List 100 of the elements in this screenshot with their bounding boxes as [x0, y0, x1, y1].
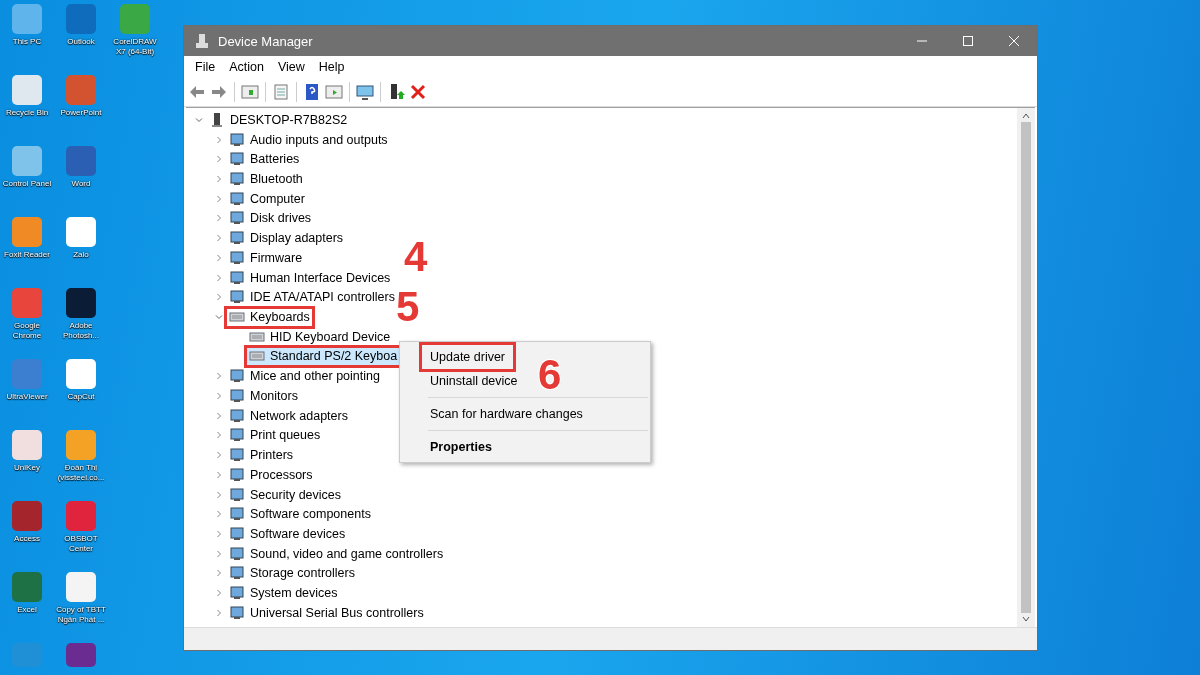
tree-item[interactable]: Audio inputs and outputs: [226, 130, 391, 150]
tree-item[interactable]: Standard PS/2 Keyboa: [246, 347, 401, 366]
menu-item[interactable]: Properties: [422, 435, 500, 459]
delete-icon[interactable]: [409, 83, 427, 101]
app-icon[interactable]: [12, 430, 42, 460]
chevron-right-icon[interactable]: [215, 135, 223, 144]
app-icon[interactable]: [66, 217, 96, 247]
device-icon: [229, 447, 245, 464]
chevron-right-icon[interactable]: [215, 273, 223, 282]
forward-arrow-icon[interactable]: [210, 83, 228, 101]
tree-item[interactable]: Batteries: [226, 149, 303, 169]
chevron-right-icon[interactable]: [215, 529, 223, 538]
chevron-down-icon[interactable]: [215, 313, 223, 322]
tree-item[interactable]: Security devices: [226, 485, 344, 504]
chevron-right-icon[interactable]: [215, 411, 223, 420]
chevron-right-icon[interactable]: [215, 234, 223, 243]
chevron-right-icon[interactable]: [215, 253, 223, 262]
menu-item[interactable]: Uninstall device: [422, 369, 526, 393]
tree-item[interactable]: Human Interface Devices: [226, 268, 394, 288]
chevron-right-icon[interactable]: [215, 470, 223, 479]
maximize-icon: [963, 36, 973, 46]
tree-item[interactable]: IDE ATA/ATAPI controllers: [226, 287, 398, 307]
tree-item[interactable]: Processors: [226, 465, 316, 485]
tree-item[interactable]: HID Keyboard Device: [246, 327, 394, 347]
tree-item[interactable]: Network adapters: [226, 406, 351, 426]
window-icon[interactable]: [241, 83, 259, 101]
scroll-up-icon[interactable]: [1022, 112, 1030, 120]
scrollbar[interactable]: [1017, 108, 1035, 627]
tree-item[interactable]: Firmware: [226, 248, 306, 268]
menu-item[interactable]: View: [270, 60, 312, 74]
help-icon[interactable]: [303, 83, 321, 101]
app-icon[interactable]: [66, 146, 96, 176]
tree-item[interactable]: Software components: [226, 504, 374, 524]
properties-icon[interactable]: [272, 83, 290, 101]
menu-item[interactable]: Update driver: [422, 345, 514, 369]
device-icon: [229, 604, 245, 621]
chevron-right-icon[interactable]: [215, 175, 223, 183]
device-icon: [229, 466, 245, 483]
app-icon[interactable]: [12, 501, 42, 531]
chevron-right-icon[interactable]: [215, 431, 223, 440]
app-icon[interactable]: [66, 430, 96, 460]
device-icon: [229, 387, 245, 404]
device-icon: [229, 368, 245, 385]
device-icon: [229, 289, 245, 306]
chevron-right-icon[interactable]: [215, 490, 223, 499]
device-icon: [229, 585, 245, 602]
app-icon[interactable]: [12, 572, 42, 602]
app-icon[interactable]: [12, 146, 42, 176]
monitor-icon[interactable]: [356, 83, 374, 101]
app-icon[interactable]: [66, 359, 96, 389]
device-icon: [229, 131, 245, 148]
chevron-right-icon[interactable]: [215, 391, 223, 400]
step-number: 5: [396, 286, 420, 328]
window-icon[interactable]: [325, 83, 343, 101]
app-icon[interactable]: [66, 572, 96, 602]
chevron-right-icon[interactable]: [215, 194, 223, 203]
close-icon: [1009, 36, 1019, 46]
device-icon: [229, 269, 245, 286]
menu-item[interactable]: File: [188, 60, 223, 74]
tree-item[interactable]: Keyboards: [226, 307, 313, 327]
chevron-right-icon[interactable]: [215, 589, 223, 598]
tree-item[interactable]: Print queues: [226, 425, 324, 445]
device-icon: [229, 151, 245, 168]
chevron-right-icon[interactable]: [215, 608, 223, 617]
chevron-right-icon[interactable]: [215, 155, 223, 164]
chevron-down-icon[interactable]: [195, 115, 203, 124]
app-icon[interactable]: [66, 643, 96, 667]
chevron-right-icon[interactable]: [215, 569, 223, 578]
chevron-right-icon[interactable]: [215, 293, 223, 302]
tree-item[interactable]: System devices: [226, 583, 341, 603]
tree-item[interactable]: Universal Serial Bus controllers: [226, 603, 427, 623]
tree-item[interactable]: Disk drives: [226, 208, 315, 228]
tree-item[interactable]: DESKTOP-R7B82S2: [206, 110, 351, 130]
chevron-right-icon[interactable]: [215, 372, 223, 381]
menu-item[interactable]: Help: [311, 60, 352, 74]
app-icon: [194, 33, 210, 49]
device-icon: [229, 486, 245, 503]
menu-item[interactable]: Scan for hardware changes: [422, 402, 591, 426]
tree-item[interactable]: Bluetooth: [226, 169, 306, 189]
tree-item[interactable]: Printers: [226, 445, 297, 465]
tree-item[interactable]: Mice and other pointing: [226, 366, 383, 386]
chevron-right-icon[interactable]: [215, 549, 223, 558]
app-icon[interactable]: [66, 4, 96, 34]
window-title: Device Manager: [218, 33, 314, 49]
tree-item[interactable]: Computer: [226, 189, 308, 209]
tree-item[interactable]: Display adapters: [226, 228, 347, 248]
device-icon: [229, 190, 245, 207]
tree-item[interactable]: Sound, video and game controllers: [226, 544, 447, 564]
menu-item[interactable]: Action: [222, 60, 271, 74]
tree-item[interactable]: Monitors: [226, 386, 301, 406]
tree-item[interactable]: Software devices: [226, 524, 349, 544]
chevron-right-icon[interactable]: [215, 510, 223, 519]
chevron-right-icon[interactable]: [215, 214, 223, 223]
app-icon[interactable]: [66, 288, 96, 318]
scroll-down-icon[interactable]: [1022, 615, 1030, 623]
chevron-right-icon[interactable]: [215, 451, 223, 460]
tree-item[interactable]: Storage controllers: [226, 563, 358, 583]
app-icon[interactable]: [12, 75, 42, 105]
device-icon: [229, 427, 245, 444]
device-icon: [229, 407, 245, 424]
